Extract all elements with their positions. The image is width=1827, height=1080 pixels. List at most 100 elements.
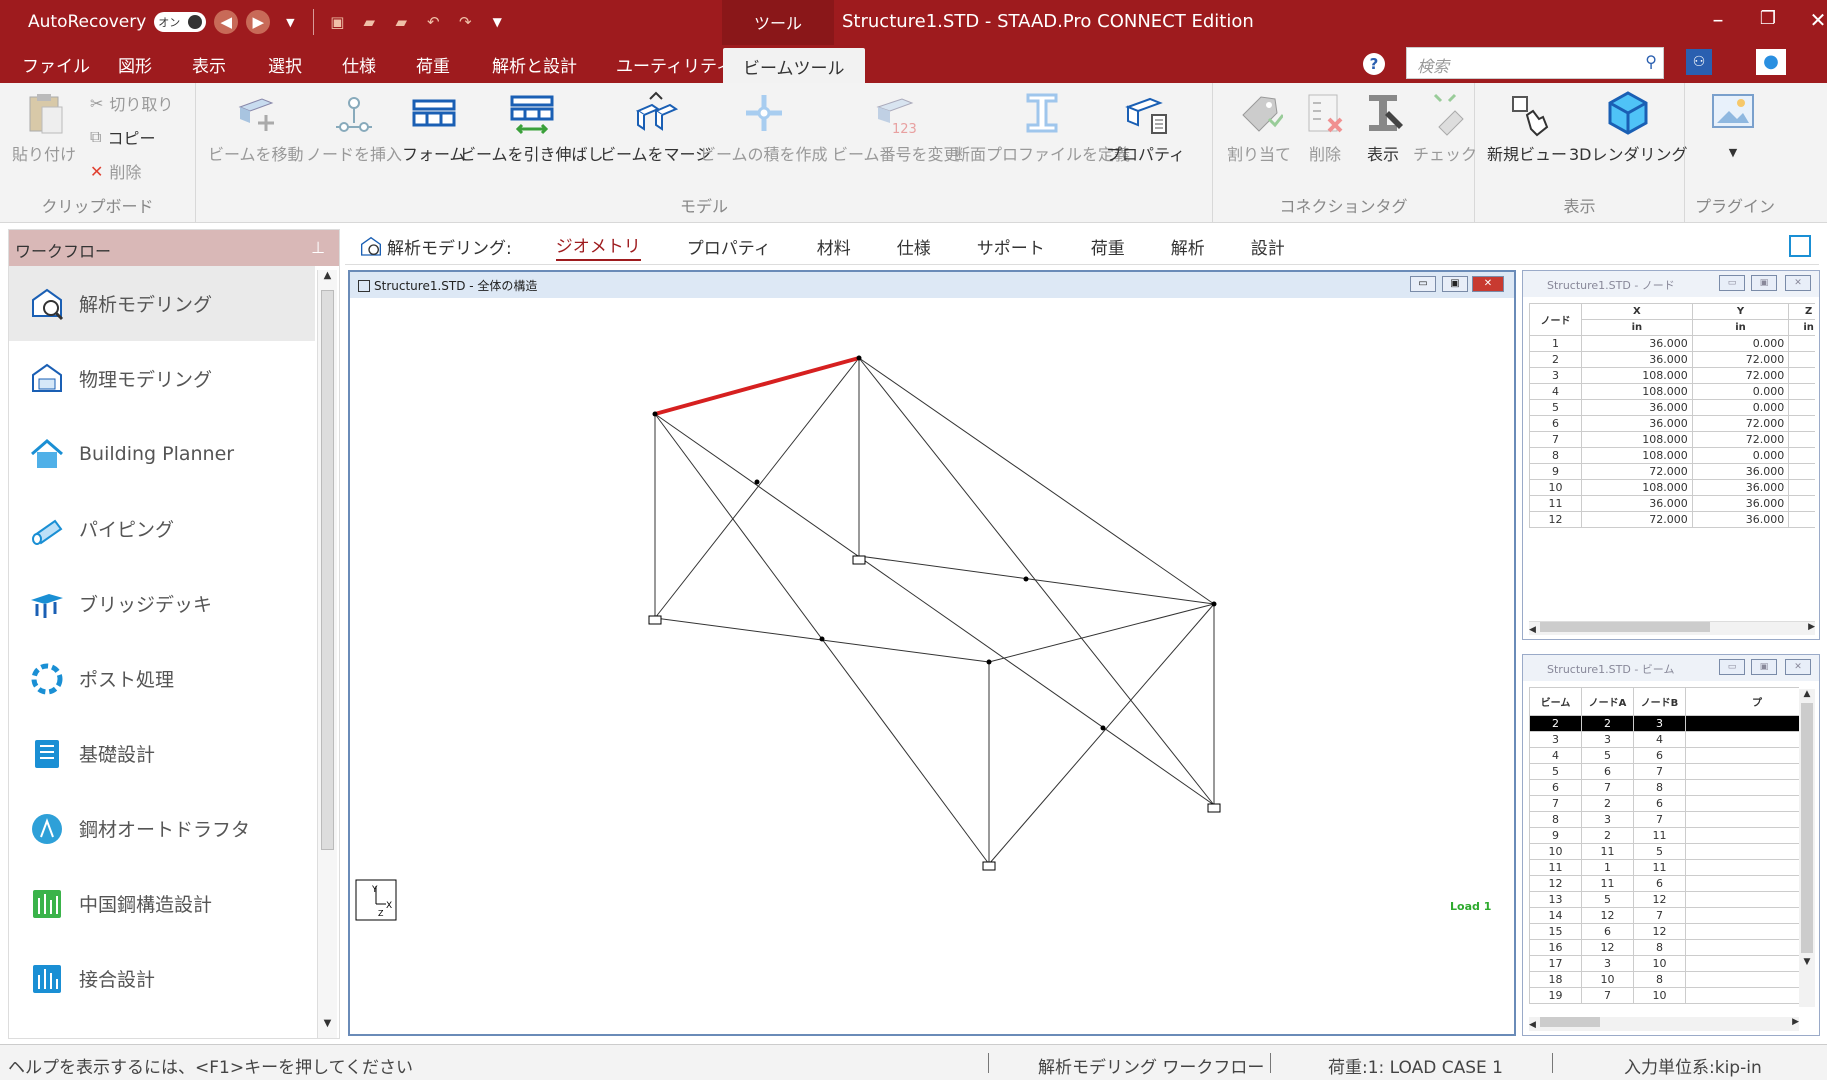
delete-button[interactable]: ✕ 削除 <box>90 159 141 183</box>
table-cell[interactable]: 1 <box>1788 415 1815 432</box>
subtab-support[interactable]: サポート <box>977 234 1045 259</box>
table-cell[interactable]: 11 <box>1633 859 1686 876</box>
table-cell[interactable]: 12 <box>1529 511 1582 528</box>
table-cell[interactable]: 36.000 <box>1691 495 1790 512</box>
open-folder-icon[interactable]: ▰ <box>357 10 381 34</box>
search-icon[interactable]: ⚲ <box>1645 52 1657 71</box>
menu-utility[interactable]: ユーティリティ <box>616 52 733 77</box>
table-cell[interactable]: 1 <box>1581 859 1634 876</box>
table-cell[interactable] <box>1685 875 1799 892</box>
table-cell[interactable]: 1 <box>1788 399 1815 416</box>
merge-beam-button[interactable]: ビームをマージ <box>600 89 711 165</box>
menu-geometry[interactable]: 図形 <box>118 52 152 77</box>
scroll-left-icon[interactable]: ◀ <box>1529 1020 1536 1030</box>
table-cell[interactable]: 72.000 <box>1691 415 1790 432</box>
pin-icon[interactable]: ⊥ <box>311 238 325 257</box>
table-cell[interactable]: 36.000 <box>1581 351 1693 368</box>
table-cell[interactable]: 11 <box>1529 495 1582 512</box>
nodes-hscrollbar[interactable]: ◀ ▶ <box>1529 621 1815 635</box>
structure-drawing[interactable]: YXZ Load 1 <box>350 298 1514 1034</box>
selected-beam[interactable] <box>654 356 860 416</box>
col-x[interactable]: X <box>1581 303 1693 320</box>
table-cell[interactable]: 36.000 <box>1691 479 1790 496</box>
scroll-left-icon[interactable]: ◀ <box>1529 625 1536 635</box>
scroll-down-icon[interactable]: ▼ <box>318 1018 337 1038</box>
table-cell[interactable]: 6 <box>1581 923 1634 940</box>
tag-delete-button[interactable]: 削除 <box>1301 89 1349 165</box>
table-row[interactable]: 11 1 11 <box>1529 859 1799 876</box>
table-cell[interactable]: 17 <box>1529 955 1582 972</box>
table-cell[interactable]: 12 <box>1581 907 1634 924</box>
table-row[interactable]: 456 <box>1529 747 1799 764</box>
table-cell[interactable]: 36.000 <box>1581 415 1693 432</box>
table-cell[interactable]: 4 <box>1529 383 1582 400</box>
col-beam[interactable]: ビーム <box>1529 687 1582 716</box>
table-cell[interactable]: 11 <box>1633 827 1686 844</box>
nodes-close[interactable]: ✕ <box>1785 275 1811 291</box>
scroll-thumb[interactable] <box>1801 703 1813 953</box>
table-row[interactable]: 13 5 12 <box>1529 891 1799 908</box>
table-cell[interactable]: 8 <box>1633 779 1686 796</box>
table-cell[interactable]: 108.000 <box>1581 383 1693 400</box>
table-cell[interactable]: 1 <box>1788 511 1815 528</box>
table-cell[interactable]: 108.000 <box>1581 479 1693 496</box>
layout-toggle-icon[interactable] <box>1789 235 1811 257</box>
subtab-spec[interactable]: 仕様 <box>897 234 931 259</box>
table-cell[interactable]: 3 <box>1529 367 1582 384</box>
table-cell[interactable]: 1 <box>1788 351 1815 368</box>
table-cell[interactable]: 9 <box>1529 463 1582 480</box>
table-cell[interactable]: 10 <box>1633 987 1686 1004</box>
table-cell[interactable]: 108.000 <box>1581 447 1693 464</box>
table-cell[interactable]: 12 <box>1633 891 1686 908</box>
table-cell[interactable]: 6 <box>1633 747 1686 764</box>
customize-qat-icon[interactable]: ▼ <box>485 10 509 34</box>
nodes-minimize[interactable]: ▭ <box>1719 275 1745 291</box>
table-cell[interactable]: 5 <box>1529 399 1582 416</box>
close-button[interactable]: ✕ <box>1798 8 1827 32</box>
workflow-china-steel-design[interactable]: 中国鋼構造設計 <box>9 866 315 941</box>
nodes-maximize[interactable]: ▣ <box>1751 275 1777 291</box>
back-icon[interactable]: ◀ <box>214 10 239 34</box>
table-cell[interactable]: 108.000 <box>1581 431 1693 448</box>
table-cell[interactable]: 13 <box>1529 891 1582 908</box>
beams-maximize[interactable]: ▣ <box>1751 659 1777 675</box>
table-row[interactable]: 17 3 10 <box>1529 955 1799 972</box>
help-icon[interactable]: ? <box>1363 53 1385 75</box>
table-cell[interactable]: 12 <box>1581 939 1634 956</box>
subtab-analysis[interactable]: 解析 <box>1171 234 1205 259</box>
scroll-thumb[interactable] <box>1539 1017 1600 1027</box>
table-cell[interactable]: 10 <box>1529 479 1582 496</box>
redo-icon[interactable]: ↷ <box>453 10 477 34</box>
table-cell[interactable]: 16 <box>1529 939 1582 956</box>
viewport-minimize[interactable]: ▭ <box>1410 276 1436 292</box>
table-row[interactable]: 1272.00036.0001 <box>1529 511 1815 528</box>
define-section-profile-button[interactable]: 断面プロファイルを定義 <box>954 89 1130 165</box>
workflow-piping[interactable]: パイピング <box>9 491 315 566</box>
table-cell[interactable] <box>1685 955 1799 972</box>
table-cell[interactable]: 72.000 <box>1691 367 1790 384</box>
subtab-design[interactable]: 設計 <box>1251 234 1285 259</box>
table-cell[interactable]: 36.000 <box>1581 495 1693 512</box>
3d-render-button[interactable]: 3Dレンダリング <box>1569 89 1688 165</box>
table-cell[interactable]: 5 <box>1581 747 1634 764</box>
table-cell[interactable]: 1 <box>1788 447 1815 464</box>
table-cell[interactable]: 1 <box>1788 479 1815 496</box>
table-cell[interactable]: 0.000 <box>1691 383 1790 400</box>
table-row[interactable]: 678 <box>1529 779 1799 796</box>
structure-viewport[interactable]: Structure1.STD - 全体の構造 ▭ ▣ ✕ Y X Z Load … <box>348 270 1516 1036</box>
table-cell[interactable]: 1 <box>1788 463 1815 480</box>
table-row[interactable]: 726 <box>1529 795 1799 812</box>
table-cell[interactable] <box>1685 763 1799 780</box>
forward-icon[interactable]: ▶ <box>246 10 271 34</box>
table-cell[interactable] <box>1685 811 1799 828</box>
stretch-beam-button[interactable]: ビームを引き伸ばし <box>460 89 604 165</box>
table-cell[interactable]: 0.000 <box>1691 399 1790 416</box>
table-cell[interactable]: 6 <box>1633 795 1686 812</box>
tag-check-button[interactable]: チェック <box>1413 89 1477 165</box>
col-node-a[interactable]: ノードA <box>1581 687 1634 716</box>
table-cell[interactable]: 36.000 <box>1581 335 1693 352</box>
table-row[interactable]: 14 12 7 <box>1529 907 1799 924</box>
table-cell[interactable] <box>1685 891 1799 908</box>
workflow-scrollbar[interactable]: ▲ ▼ <box>317 270 337 1038</box>
table-cell[interactable] <box>1685 939 1799 956</box>
